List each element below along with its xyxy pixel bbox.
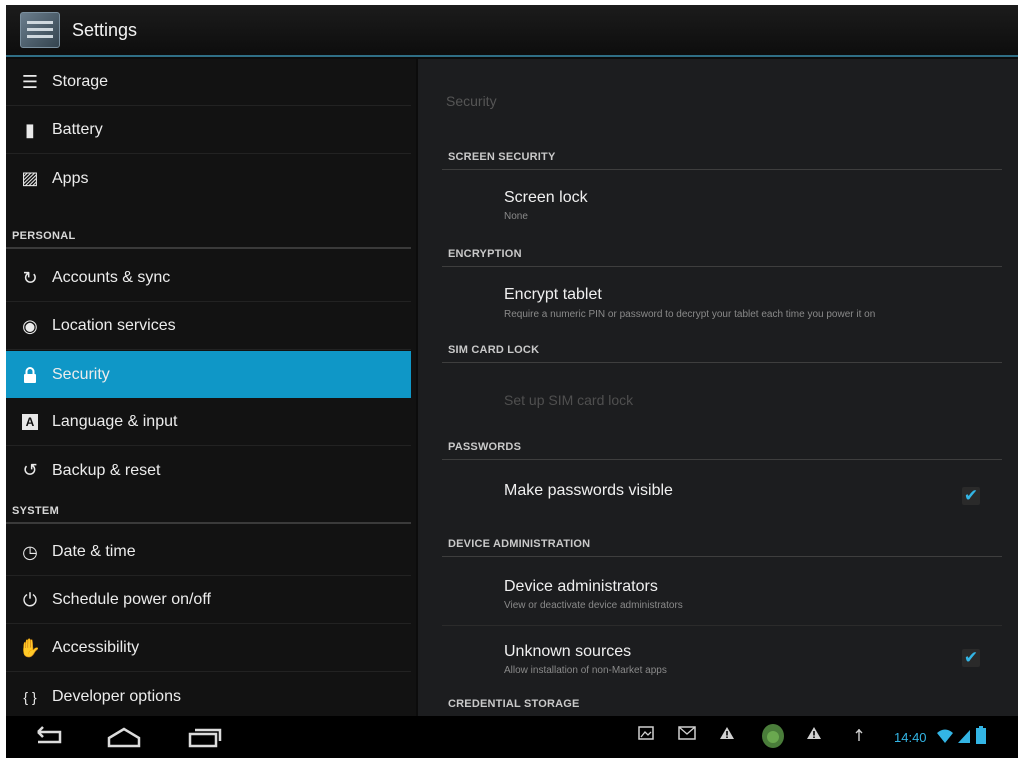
hand-icon: ✋	[18, 637, 42, 658]
section-header-encryption: ENCRYPTION	[442, 241, 1002, 267]
sidebar-item-label: Apps	[52, 169, 89, 187]
tablet-screen: Settings ☰ Storage ▮ Battery ▨ Apps PERS…	[6, 5, 1018, 758]
sidebar-item-security[interactable]: Security	[6, 351, 411, 398]
sidebar-item-label: Language & input	[52, 413, 178, 430]
storage-icon: ☰	[21, 71, 39, 92]
section-header-device-admin: DEVICE ADMINISTRATION	[442, 531, 1002, 557]
pref-title: Device administrators	[504, 578, 658, 595]
sidebar-item-date-time[interactable]: ◷ Date & time	[6, 529, 411, 576]
app-title: Settings	[72, 19, 138, 40]
power-schedule-icon: ⏻	[22, 589, 38, 610]
sidebar-item-apps[interactable]: ▨ Apps	[6, 155, 411, 202]
breadcrumb: Security	[446, 93, 497, 109]
sync-icon: ↻	[22, 267, 38, 288]
settings-category-list: ☰ Storage ▮ Battery ▨ Apps PERSONAL ↻ Ac…	[6, 59, 416, 716]
location-icon: ◉	[22, 315, 38, 336]
sidebar-item-label: Accessibility	[52, 639, 140, 656]
warning-icon[interactable]	[719, 726, 735, 743]
sidebar-item-label: Security	[52, 365, 110, 383]
pref-summary: View or deactivate device administrators	[504, 600, 683, 611]
lock-icon-glyph	[24, 366, 36, 383]
sidebar-item-label: Backup & reset	[52, 461, 161, 479]
pref-title: Unknown sources	[504, 643, 632, 660]
language-icon-glyph: A	[22, 414, 38, 430]
home-icon[interactable]	[106, 724, 142, 755]
signal-icon[interactable]	[957, 728, 971, 747]
sidebar-item-location[interactable]: ◉ Location services	[6, 303, 411, 350]
sidebar-item-label: Date & time	[52, 543, 136, 560]
divider	[442, 625, 1002, 626]
action-bar: Settings	[6, 5, 1018, 57]
section-header-passwords: PASSWORDS	[442, 434, 1002, 460]
section-header-sim-card-lock: SIM CARD LOCK	[442, 337, 1002, 363]
sidebar-item-label: Developer options	[52, 687, 181, 705]
pref-title: Set up SIM card lock	[504, 392, 634, 408]
sidebar-item-backup[interactable]: ↺ Backup & reset	[6, 447, 411, 494]
pref-title: Make passwords visible	[504, 482, 673, 499]
gallery-notification-icon[interactable]	[638, 726, 654, 743]
wifi-icon[interactable]	[936, 728, 954, 747]
unknown-sources-checkbox[interactable]: ✔	[962, 648, 980, 667]
security-settings-pane: Security SCREEN SECURITY Screen lock Non…	[418, 59, 1018, 716]
pref-summary: Require a numeric PIN or password to dec…	[504, 309, 876, 320]
section-header-credential-storage: CREDENTIAL STORAGE	[448, 698, 580, 710]
recent-apps-icon[interactable]	[186, 724, 222, 755]
pref-summary: None	[504, 211, 528, 222]
status-clock[interactable]: 14:40	[894, 730, 927, 745]
clock-icon: ◷	[22, 541, 38, 562]
sidebar-item-developer[interactable]: { } Developer options	[6, 673, 411, 720]
usb-icon[interactable]	[854, 728, 864, 745]
braces-icon: { }	[23, 688, 37, 705]
section-header-screen-security: SCREEN SECURITY	[442, 144, 1002, 170]
email-notification-icon[interactable]	[678, 726, 696, 743]
pref-title: Screen lock	[504, 189, 588, 206]
sidebar-item-label: Battery	[52, 121, 103, 138]
warning-icon-2[interactable]	[806, 726, 822, 743]
battery-status-icon[interactable]	[976, 726, 986, 747]
sidebar-item-label: Schedule power on/off	[52, 591, 211, 608]
sidebar-item-battery[interactable]: ▮ Battery	[6, 107, 411, 154]
sidebar-item-storage[interactable]: ☰ Storage	[6, 59, 411, 106]
sidebar-item-accounts-sync[interactable]: ↻ Accounts & sync	[6, 255, 411, 302]
system-nav-bar: 14:40	[6, 716, 1018, 758]
backup-icon: ↺	[22, 460, 38, 480]
sidebar-item-label: Storage	[52, 73, 109, 90]
pref-summary: Allow installation of non-Market apps	[504, 665, 667, 676]
back-icon[interactable]	[30, 724, 64, 755]
sidebar-item-label: Accounts & sync	[52, 269, 171, 286]
sidebar-item-accessibility[interactable]: ✋ Accessibility	[6, 625, 411, 672]
language-icon: A	[18, 410, 42, 434]
pref-title: Encrypt tablet	[504, 286, 602, 303]
settings-app-icon[interactable]	[20, 12, 60, 48]
shield-app-icon[interactable]	[760, 722, 786, 753]
passwords-visible-checkbox[interactable]: ✔	[962, 486, 980, 505]
apps-icon: ▨	[21, 168, 39, 188]
sidebar-item-schedule-power[interactable]: ⏻ Schedule power on/off	[6, 577, 411, 624]
lock-icon	[18, 363, 42, 387]
system-header: SYSTEM	[6, 500, 411, 524]
personal-header: PERSONAL	[6, 225, 411, 249]
battery-icon: ▮	[25, 119, 35, 140]
sidebar-item-label: Location services	[52, 317, 176, 334]
sidebar-item-language[interactable]: A Language & input	[6, 399, 411, 446]
